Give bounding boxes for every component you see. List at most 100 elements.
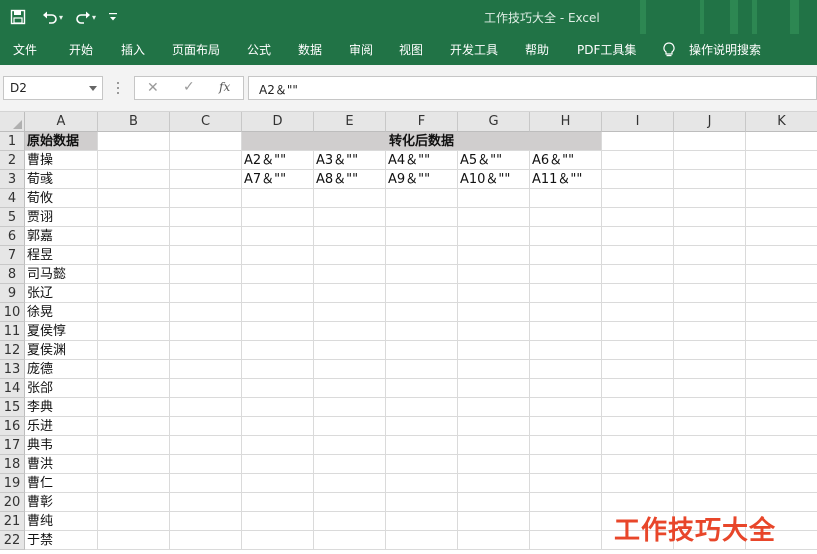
save-icon[interactable]	[10, 9, 26, 25]
empty-cell[interactable]	[386, 322, 458, 341]
empty-cell[interactable]	[242, 531, 314, 550]
empty-cell[interactable]	[458, 284, 530, 303]
empty-cell[interactable]	[746, 322, 817, 341]
empty-cell[interactable]	[98, 341, 170, 360]
cell-d3[interactable]: A7＆""	[242, 170, 314, 189]
empty-cell[interactable]	[98, 208, 170, 227]
row-header[interactable]: 14	[0, 379, 25, 398]
row-header[interactable]: 20	[0, 493, 25, 512]
tab-pdf-tools[interactable]: PDF工具集	[577, 41, 636, 58]
empty-cell[interactable]	[386, 303, 458, 322]
empty-cell[interactable]	[674, 360, 746, 379]
empty-cell[interactable]	[386, 246, 458, 265]
empty-cell[interactable]	[458, 436, 530, 455]
empty-cell[interactable]	[602, 284, 674, 303]
empty-cell[interactable]	[746, 284, 817, 303]
cell-h2[interactable]: A6＆""	[530, 151, 602, 170]
empty-cell[interactable]	[602, 132, 674, 151]
empty-cell[interactable]	[602, 189, 674, 208]
row-header[interactable]: 7	[0, 246, 25, 265]
empty-cell[interactable]	[674, 322, 746, 341]
tab-data[interactable]: 数据	[298, 41, 322, 58]
column-header-f[interactable]: F	[386, 112, 458, 132]
empty-cell[interactable]	[530, 246, 602, 265]
cell-a[interactable]: 曹纯	[25, 512, 98, 531]
empty-cell[interactable]	[458, 398, 530, 417]
empty-cell[interactable]	[458, 531, 530, 550]
empty-cell[interactable]	[314, 341, 386, 360]
cell-d2[interactable]: A2＆""	[242, 151, 314, 170]
empty-cell[interactable]	[602, 360, 674, 379]
tab-view[interactable]: 视图	[399, 41, 423, 58]
empty-cell[interactable]	[242, 398, 314, 417]
empty-cell[interactable]	[170, 170, 242, 189]
empty-cell[interactable]	[530, 208, 602, 227]
empty-cell[interactable]	[98, 303, 170, 322]
empty-cell[interactable]	[314, 379, 386, 398]
empty-cell[interactable]	[746, 170, 817, 189]
empty-cell[interactable]	[98, 474, 170, 493]
empty-cell[interactable]	[530, 265, 602, 284]
empty-cell[interactable]	[530, 341, 602, 360]
empty-cell[interactable]	[746, 379, 817, 398]
column-header-i[interactable]: I	[602, 112, 674, 132]
empty-cell[interactable]	[242, 493, 314, 512]
empty-cell[interactable]	[746, 474, 817, 493]
empty-cell[interactable]	[170, 474, 242, 493]
tab-insert[interactable]: 插入	[121, 41, 145, 58]
column-header-g[interactable]: G	[458, 112, 530, 132]
empty-cell[interactable]	[602, 398, 674, 417]
empty-cell[interactable]	[314, 303, 386, 322]
empty-cell[interactable]	[170, 322, 242, 341]
empty-cell[interactable]	[602, 455, 674, 474]
empty-cell[interactable]	[242, 189, 314, 208]
empty-cell[interactable]	[530, 474, 602, 493]
empty-cell[interactable]	[386, 455, 458, 474]
empty-cell[interactable]	[458, 493, 530, 512]
cell-a[interactable]: 李典	[25, 398, 98, 417]
column-header-e[interactable]: E	[314, 112, 386, 132]
column-header-c[interactable]: C	[170, 112, 242, 132]
empty-cell[interactable]	[170, 360, 242, 379]
empty-cell[interactable]	[674, 436, 746, 455]
tab-page-layout[interactable]: 页面布局	[172, 41, 220, 58]
empty-cell[interactable]	[242, 436, 314, 455]
cell-f3[interactable]: A9＆""	[386, 170, 458, 189]
empty-cell[interactable]	[602, 341, 674, 360]
empty-cell[interactable]	[530, 360, 602, 379]
row-header[interactable]: 9	[0, 284, 25, 303]
empty-cell[interactable]	[746, 151, 817, 170]
empty-cell[interactable]	[458, 189, 530, 208]
empty-cell[interactable]	[674, 170, 746, 189]
empty-cell[interactable]	[170, 227, 242, 246]
empty-cell[interactable]	[242, 246, 314, 265]
merged-header-d1-h1[interactable]: 转化后数据	[242, 132, 602, 151]
empty-cell[interactable]	[746, 265, 817, 284]
row-header[interactable]: 11	[0, 322, 25, 341]
empty-cell[interactable]	[602, 170, 674, 189]
empty-cell[interactable]	[458, 379, 530, 398]
empty-cell[interactable]	[170, 531, 242, 550]
empty-cell[interactable]	[602, 379, 674, 398]
tab-file[interactable]: 文件	[13, 41, 37, 58]
empty-cell[interactable]	[386, 398, 458, 417]
tab-formulas[interactable]: 公式	[247, 41, 271, 58]
empty-cell[interactable]	[674, 303, 746, 322]
empty-cell[interactable]	[98, 417, 170, 436]
empty-cell[interactable]	[530, 227, 602, 246]
cell-h3[interactable]: A11＆""	[530, 170, 602, 189]
empty-cell[interactable]	[746, 341, 817, 360]
tab-home[interactable]: 开始	[69, 41, 93, 58]
cell-a[interactable]: 张辽	[25, 284, 98, 303]
empty-cell[interactable]	[170, 265, 242, 284]
tab-help[interactable]: 帮助	[525, 41, 549, 58]
empty-cell[interactable]	[242, 512, 314, 531]
empty-cell[interactable]	[674, 246, 746, 265]
row-header[interactable]: 17	[0, 436, 25, 455]
empty-cell[interactable]	[602, 246, 674, 265]
empty-cell[interactable]	[170, 341, 242, 360]
empty-cell[interactable]	[674, 189, 746, 208]
empty-cell[interactable]	[458, 360, 530, 379]
cell-a[interactable]: 司马懿	[25, 265, 98, 284]
empty-cell[interactable]	[98, 322, 170, 341]
